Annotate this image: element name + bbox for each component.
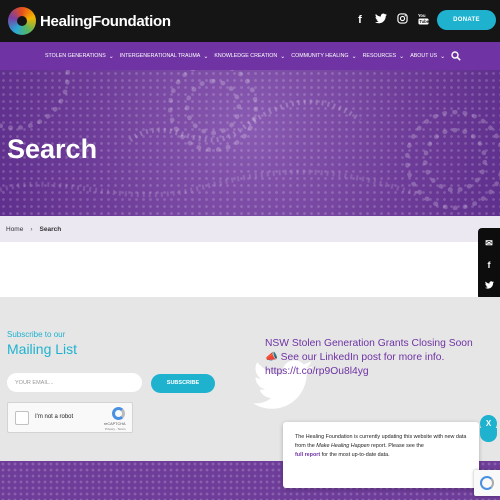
chevron-right-icon: ›	[30, 225, 33, 233]
social-links: f You Tube	[354, 13, 429, 27]
twitter-icon[interactable]	[484, 280, 494, 291]
nav-item-label: RESOURCES	[362, 53, 397, 59]
latest-tweet: NSW Stolen Generation Grants Closing Soo…	[265, 337, 480, 379]
update-notice: The Healing Foundation is currently upda…	[283, 422, 479, 488]
chevron-down-icon: ⌄	[108, 53, 114, 60]
email-icon[interactable]: ✉	[485, 238, 493, 249]
chevron-down-icon: ⌄	[440, 53, 446, 60]
notice-report-name: Make Healing Happen	[316, 443, 370, 449]
donate-button[interactable]: DONATE	[437, 10, 496, 30]
subscribe-button[interactable]: SUBSCRIBE	[151, 374, 215, 393]
subscribe-heading: Mailing List	[7, 341, 78, 357]
svg-text:Tube: Tube	[419, 19, 429, 24]
full-report-link[interactable]: full report	[295, 452, 320, 458]
nav-item-intergenerational-trauma[interactable]: INTERGENERATIONAL TRAUMA ⌄	[120, 53, 209, 60]
breadcrumb-home[interactable]: Home	[6, 226, 23, 233]
nav-item-about-us[interactable]: ABOUT US ⌄	[410, 53, 445, 60]
breadcrumb-current: Search	[39, 225, 62, 233]
notice-text: for the most up-to-date data.	[320, 452, 390, 458]
tweet-link[interactable]: https://t.co/rp9Ou8l4yg	[265, 365, 480, 379]
instagram-icon[interactable]	[396, 13, 408, 27]
nav-item-label: STOLEN GENERATIONS	[45, 53, 106, 59]
search-icon[interactable]	[451, 51, 461, 61]
recaptcha-widget: I'm not a robot reCAPTCHA Privacy - Term…	[7, 402, 133, 433]
recaptcha-checkbox[interactable]	[15, 411, 29, 425]
page-title: Search	[7, 134, 98, 164]
facebook-icon[interactable]: f	[488, 260, 491, 270]
logo[interactable]: HealingFoundation	[8, 7, 171, 35]
recaptcha-terms[interactable]: Privacy - Terms	[105, 427, 126, 431]
nav-item-resources[interactable]: RESOURCES ⌄	[363, 53, 405, 60]
nav-item-label: INTERGENERATIONAL TRAUMA	[119, 53, 201, 59]
notice-text: report. Please see the	[369, 443, 424, 449]
nav-item-label: COMMUNITY HEALING	[291, 53, 349, 59]
recaptcha-label: I'm not a robot	[35, 414, 74, 420]
recaptcha-logo-icon	[112, 407, 125, 420]
recaptcha-brand: reCAPTCHA	[104, 422, 126, 426]
twitter-icon[interactable]	[375, 13, 387, 27]
chevron-down-icon: ⌄	[280, 53, 286, 60]
youtube-icon[interactable]: You Tube	[417, 13, 429, 27]
facebook-icon[interactable]: f	[354, 13, 366, 27]
close-button[interactable]: X	[480, 415, 497, 432]
chevron-down-icon: ⌄	[351, 53, 357, 60]
tweet-line: 📣 See our LinkedIn post for more info.	[265, 352, 445, 363]
main-nav: STOLEN GENERATIONS ⌄ INTERGENERATIONAL TR…	[0, 42, 500, 70]
hero-banner: Search	[0, 70, 500, 216]
nav-list: STOLEN GENERATIONS ⌄ INTERGENERATIONAL TR…	[45, 42, 451, 70]
breadcrumb: Home › Search	[0, 216, 500, 242]
nav-item-stolen-generations[interactable]: STOLEN GENERATIONS ⌄	[45, 53, 114, 60]
chevron-down-icon: ⌄	[399, 53, 405, 60]
nav-item-community-healing[interactable]: COMMUNITY HEALING ⌄	[291, 53, 356, 60]
nav-item-knowledge-creation[interactable]: KNOWLEDGE CREATION ⌄	[214, 53, 285, 60]
tweet-line: NSW Stolen Generation Grants Closing Soo…	[265, 338, 473, 349]
logo-mark-icon	[8, 7, 36, 35]
subscribe-heading-small: Subscribe to our	[7, 330, 66, 339]
share-bar: ✉ f	[478, 228, 500, 300]
recaptcha-badge-icon[interactable]	[474, 470, 500, 496]
logo-text: HealingFoundation	[40, 12, 171, 30]
nav-item-label: KNOWLEDGE CREATION	[214, 53, 278, 59]
svg-text:You: You	[418, 13, 426, 18]
nav-item-label: ABOUT US	[410, 53, 438, 59]
email-field[interactable]	[7, 373, 142, 392]
top-header: HealingFoundation f You Tube DONATE	[0, 0, 500, 42]
chevron-down-icon: ⌄	[203, 53, 209, 60]
